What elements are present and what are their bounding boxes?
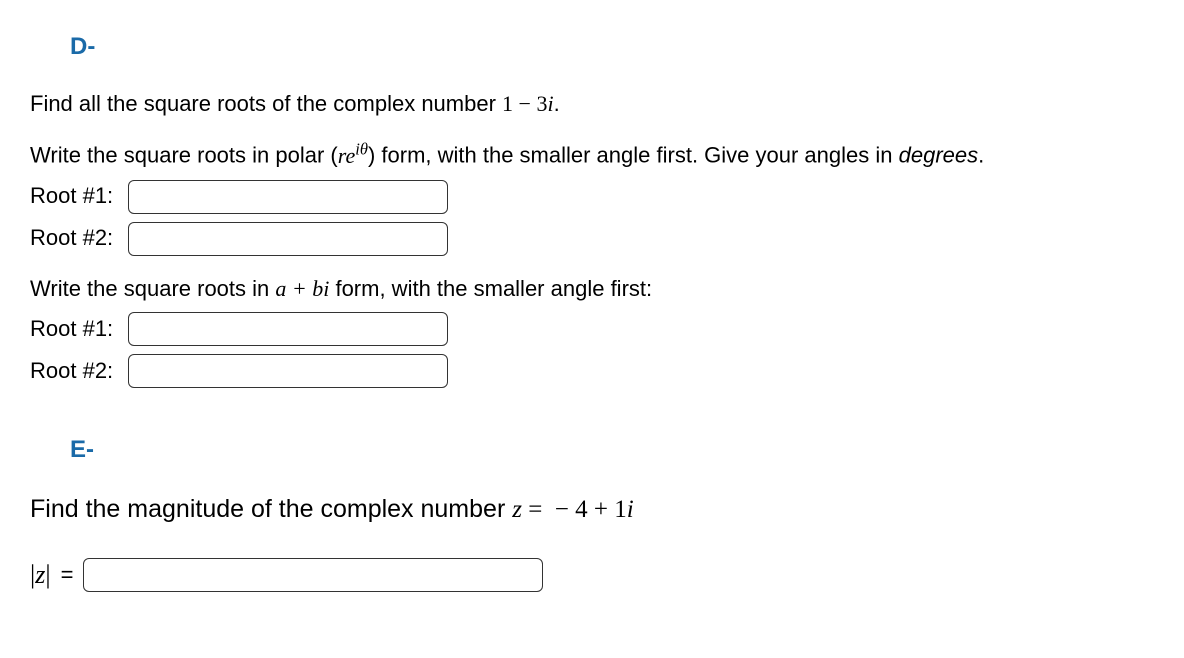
polar-root2-row: Root #2: <box>30 222 1154 256</box>
z-expression: z = − 4 + 1i <box>512 496 634 523</box>
polar-instruction: Write the square roots in polar (reiθ) f… <box>30 137 1154 171</box>
polar-root2-input[interactable] <box>128 222 448 256</box>
abi-root1-row: Root #1: <box>30 312 1154 346</box>
prompt-text: Find all the square roots of the complex… <box>30 91 502 116</box>
polar-form-math: reiθ <box>338 143 368 168</box>
e-prompt-pre: Find the magnitude of the complex number <box>30 495 512 523</box>
abi-form-math: a + bi <box>275 276 329 301</box>
polar-root1-input[interactable] <box>128 180 448 214</box>
polar-post: ) form, with the smaller angle first. Gi… <box>368 143 899 168</box>
root2-label: Root #2: <box>30 223 120 254</box>
section-d-label: D- <box>70 30 1154 64</box>
complex-number-d: 1 − 3i <box>502 91 554 116</box>
polar-root1-row: Root #1: <box>30 180 1154 214</box>
abi-root2-row: Root #2: <box>30 354 1154 388</box>
abi-root2-input[interactable] <box>128 354 448 388</box>
section-e-prompt: Find the magnitude of the complex number… <box>30 492 1154 527</box>
degrees-word: degrees <box>899 143 979 168</box>
root1-label: Root #1: <box>30 181 120 212</box>
equals-sign: = <box>61 560 74 591</box>
abi-instruction: Write the square roots in a + bi form, w… <box>30 274 1154 305</box>
abi-pre: Write the square roots in <box>30 276 275 301</box>
magnitude-row: |z| = <box>30 557 1154 593</box>
abi-root1-label: Root #1: <box>30 314 120 345</box>
polar-pre: Write the square roots in polar ( <box>30 143 338 168</box>
section-e-label: E- <box>70 433 1154 467</box>
magnitude-input[interactable] <box>83 558 543 592</box>
abi-root2-label: Root #2: <box>30 356 120 387</box>
abi-root1-input[interactable] <box>128 312 448 346</box>
mod-z: |z| <box>30 557 51 593</box>
abi-post: form, with the smaller angle first: <box>329 276 652 301</box>
section-d-prompt: Find all the square roots of the complex… <box>30 89 1154 120</box>
prompt-period: . <box>554 91 560 116</box>
period: . <box>978 143 984 168</box>
